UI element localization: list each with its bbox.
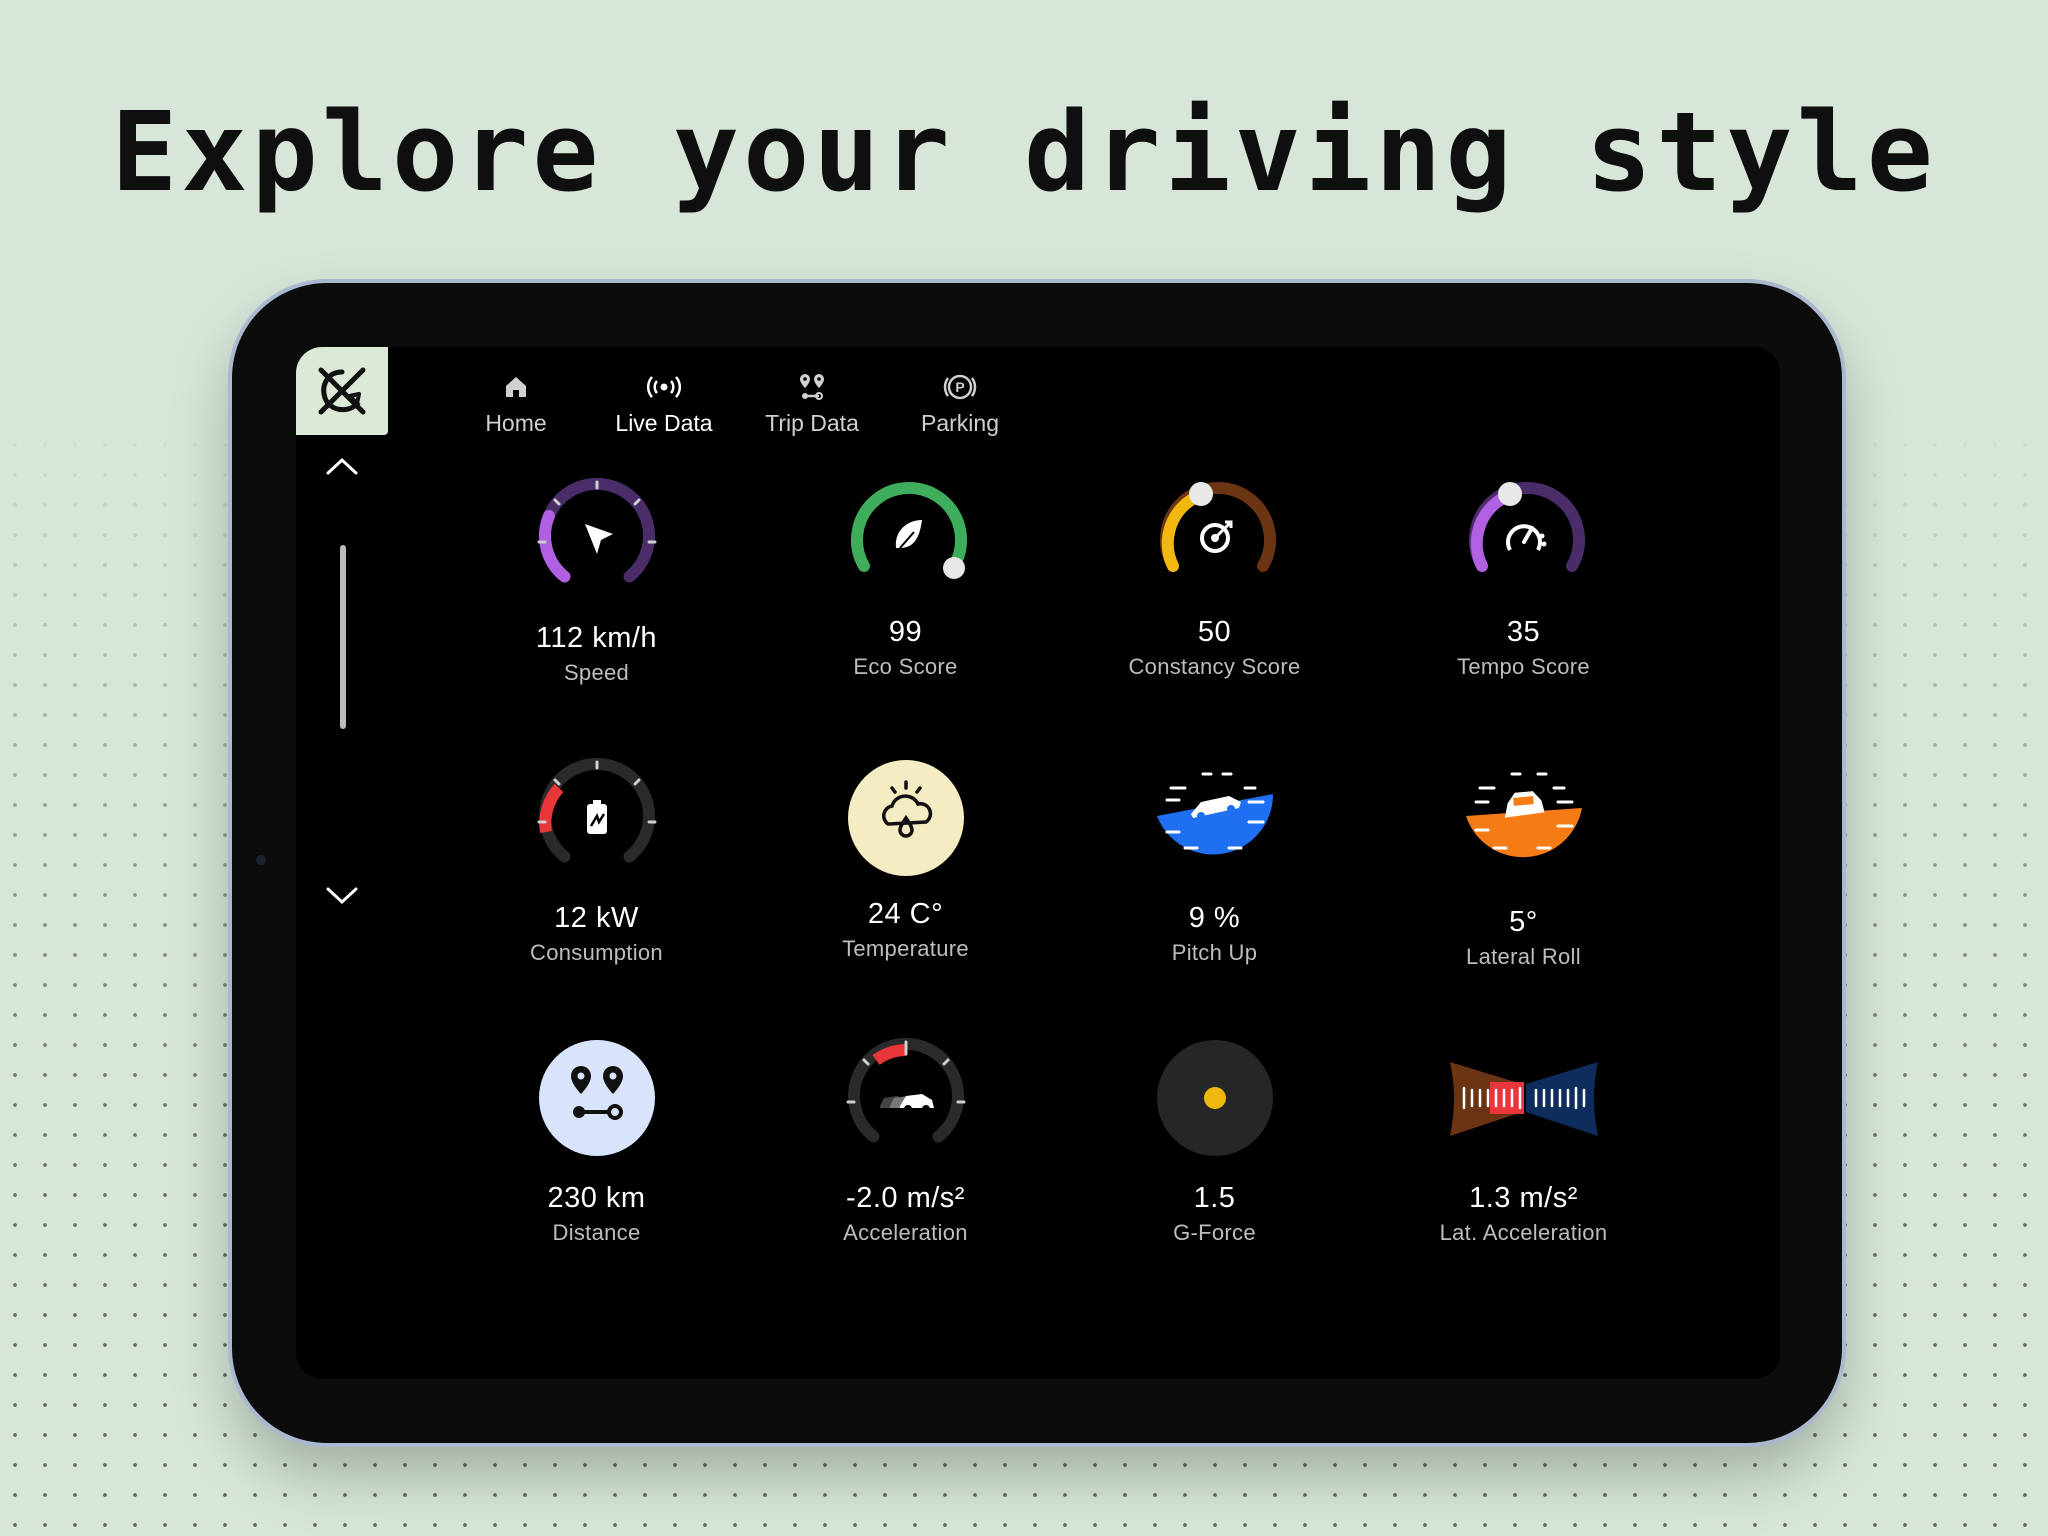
tempo-score-label: Tempo Score: [1457, 654, 1590, 679]
roll-indicator: [1465, 772, 1582, 858]
lat-acceleration-value: 1.3 m/s²: [1469, 1182, 1578, 1214]
constancy-score-label: Constancy Score: [1128, 654, 1301, 679]
app-screen: Home Live Data Trip Data P Parking 112 k…: [296, 347, 1780, 1379]
consumption-gauge: [537, 757, 656, 863]
widget-pitch-up[interactable]: 9 % Pitch Up: [1060, 752, 1369, 992]
live-data-grid: 112 km/h Speed 99 Eco Score 50 Constancy…: [442, 347, 1678, 1347]
scroll-down-button[interactable]: [322, 881, 362, 911]
widget-eco-score[interactable]: 99 Eco Score: [751, 472, 1060, 712]
lateral-roll-label: Lateral Roll: [1466, 944, 1581, 969]
widget-speed[interactable]: 112 km/h Speed: [442, 472, 751, 712]
page-headline: Explore your driving style: [111, 88, 1937, 216]
widget-lateral-roll[interactable]: 5° Lateral Roll: [1369, 752, 1678, 992]
pitch-indicator: [1156, 772, 1273, 855]
g-force-value: 1.5: [1193, 1182, 1236, 1214]
lateral-bar-icon: [1449, 1062, 1598, 1136]
widget-lat-acceleration[interactable]: 1.3 m/s² Lat. Acceleration: [1369, 1032, 1678, 1272]
navigation-arrow-icon: [584, 524, 613, 554]
tablet-frame: Home Live Data Trip Data P Parking 112 k…: [232, 283, 1842, 1443]
consumption-value: 12 kW: [554, 902, 639, 934]
widget-consumption[interactable]: 12 kW Consumption: [442, 752, 751, 992]
app-logo-icon: [318, 367, 366, 415]
eco-score-value: 99: [888, 616, 923, 648]
widget-acceleration[interactable]: -2.0 m/s² Acceleration: [751, 1032, 1060, 1272]
eco-score-label: Eco Score: [853, 654, 958, 679]
temperature-value: 24 C°: [867, 898, 944, 930]
temperature-badge: [847, 760, 964, 876]
scroll-up-button[interactable]: [322, 451, 362, 481]
acceleration-label: Acceleration: [843, 1220, 968, 1245]
lateral-roll-value: 5°: [1509, 906, 1538, 938]
pitch-up-label: Pitch Up: [1171, 940, 1258, 965]
chevron-up-icon: [326, 457, 358, 475]
widget-distance[interactable]: 230 km Distance: [442, 1032, 751, 1272]
distance-value: 230 km: [547, 1182, 646, 1214]
temperature-label: Temperature: [842, 936, 969, 961]
tempo-score-gauge: [1468, 482, 1585, 572]
chevron-down-icon: [326, 887, 358, 905]
widget-constancy-score[interactable]: 50 Constancy Score: [1060, 472, 1369, 712]
g-force-dot-icon: [1203, 1087, 1226, 1109]
widget-temperature[interactable]: 24 C° Temperature: [751, 752, 1060, 992]
lat-acceleration-label: Lat. Acceleration: [1439, 1220, 1608, 1245]
pitch-up-value: 9 %: [1188, 902, 1241, 934]
widget-g-force[interactable]: 1.5 G-Force: [1060, 1032, 1369, 1272]
car-motion-icon: [879, 1094, 934, 1113]
speed-gauge: [537, 477, 656, 583]
tempo-score-value: 35: [1506, 616, 1541, 648]
constancy-score-value: 50: [1197, 616, 1232, 648]
scroll-thumb[interactable]: [340, 545, 346, 729]
distance-badge: [538, 1040, 655, 1156]
acceleration-value: -2.0 m/s²: [846, 1182, 965, 1214]
distance-label: Distance: [552, 1220, 641, 1245]
speed-label: Speed: [563, 660, 630, 685]
camera-dot: [256, 855, 266, 865]
g-force-indicator: [1156, 1040, 1273, 1156]
speed-value: 112 km/h: [535, 622, 658, 654]
acceleration-gauge: [846, 1037, 965, 1143]
constancy-score-gauge: [1159, 482, 1276, 572]
leaf-icon: [895, 520, 922, 548]
g-force-label: G-Force: [1173, 1220, 1256, 1245]
consumption-label: Consumption: [530, 940, 663, 965]
widget-tempo-score[interactable]: 35 Tempo Score: [1369, 472, 1678, 712]
app-logo[interactable]: [296, 347, 388, 435]
eco-score-gauge: [850, 482, 967, 579]
